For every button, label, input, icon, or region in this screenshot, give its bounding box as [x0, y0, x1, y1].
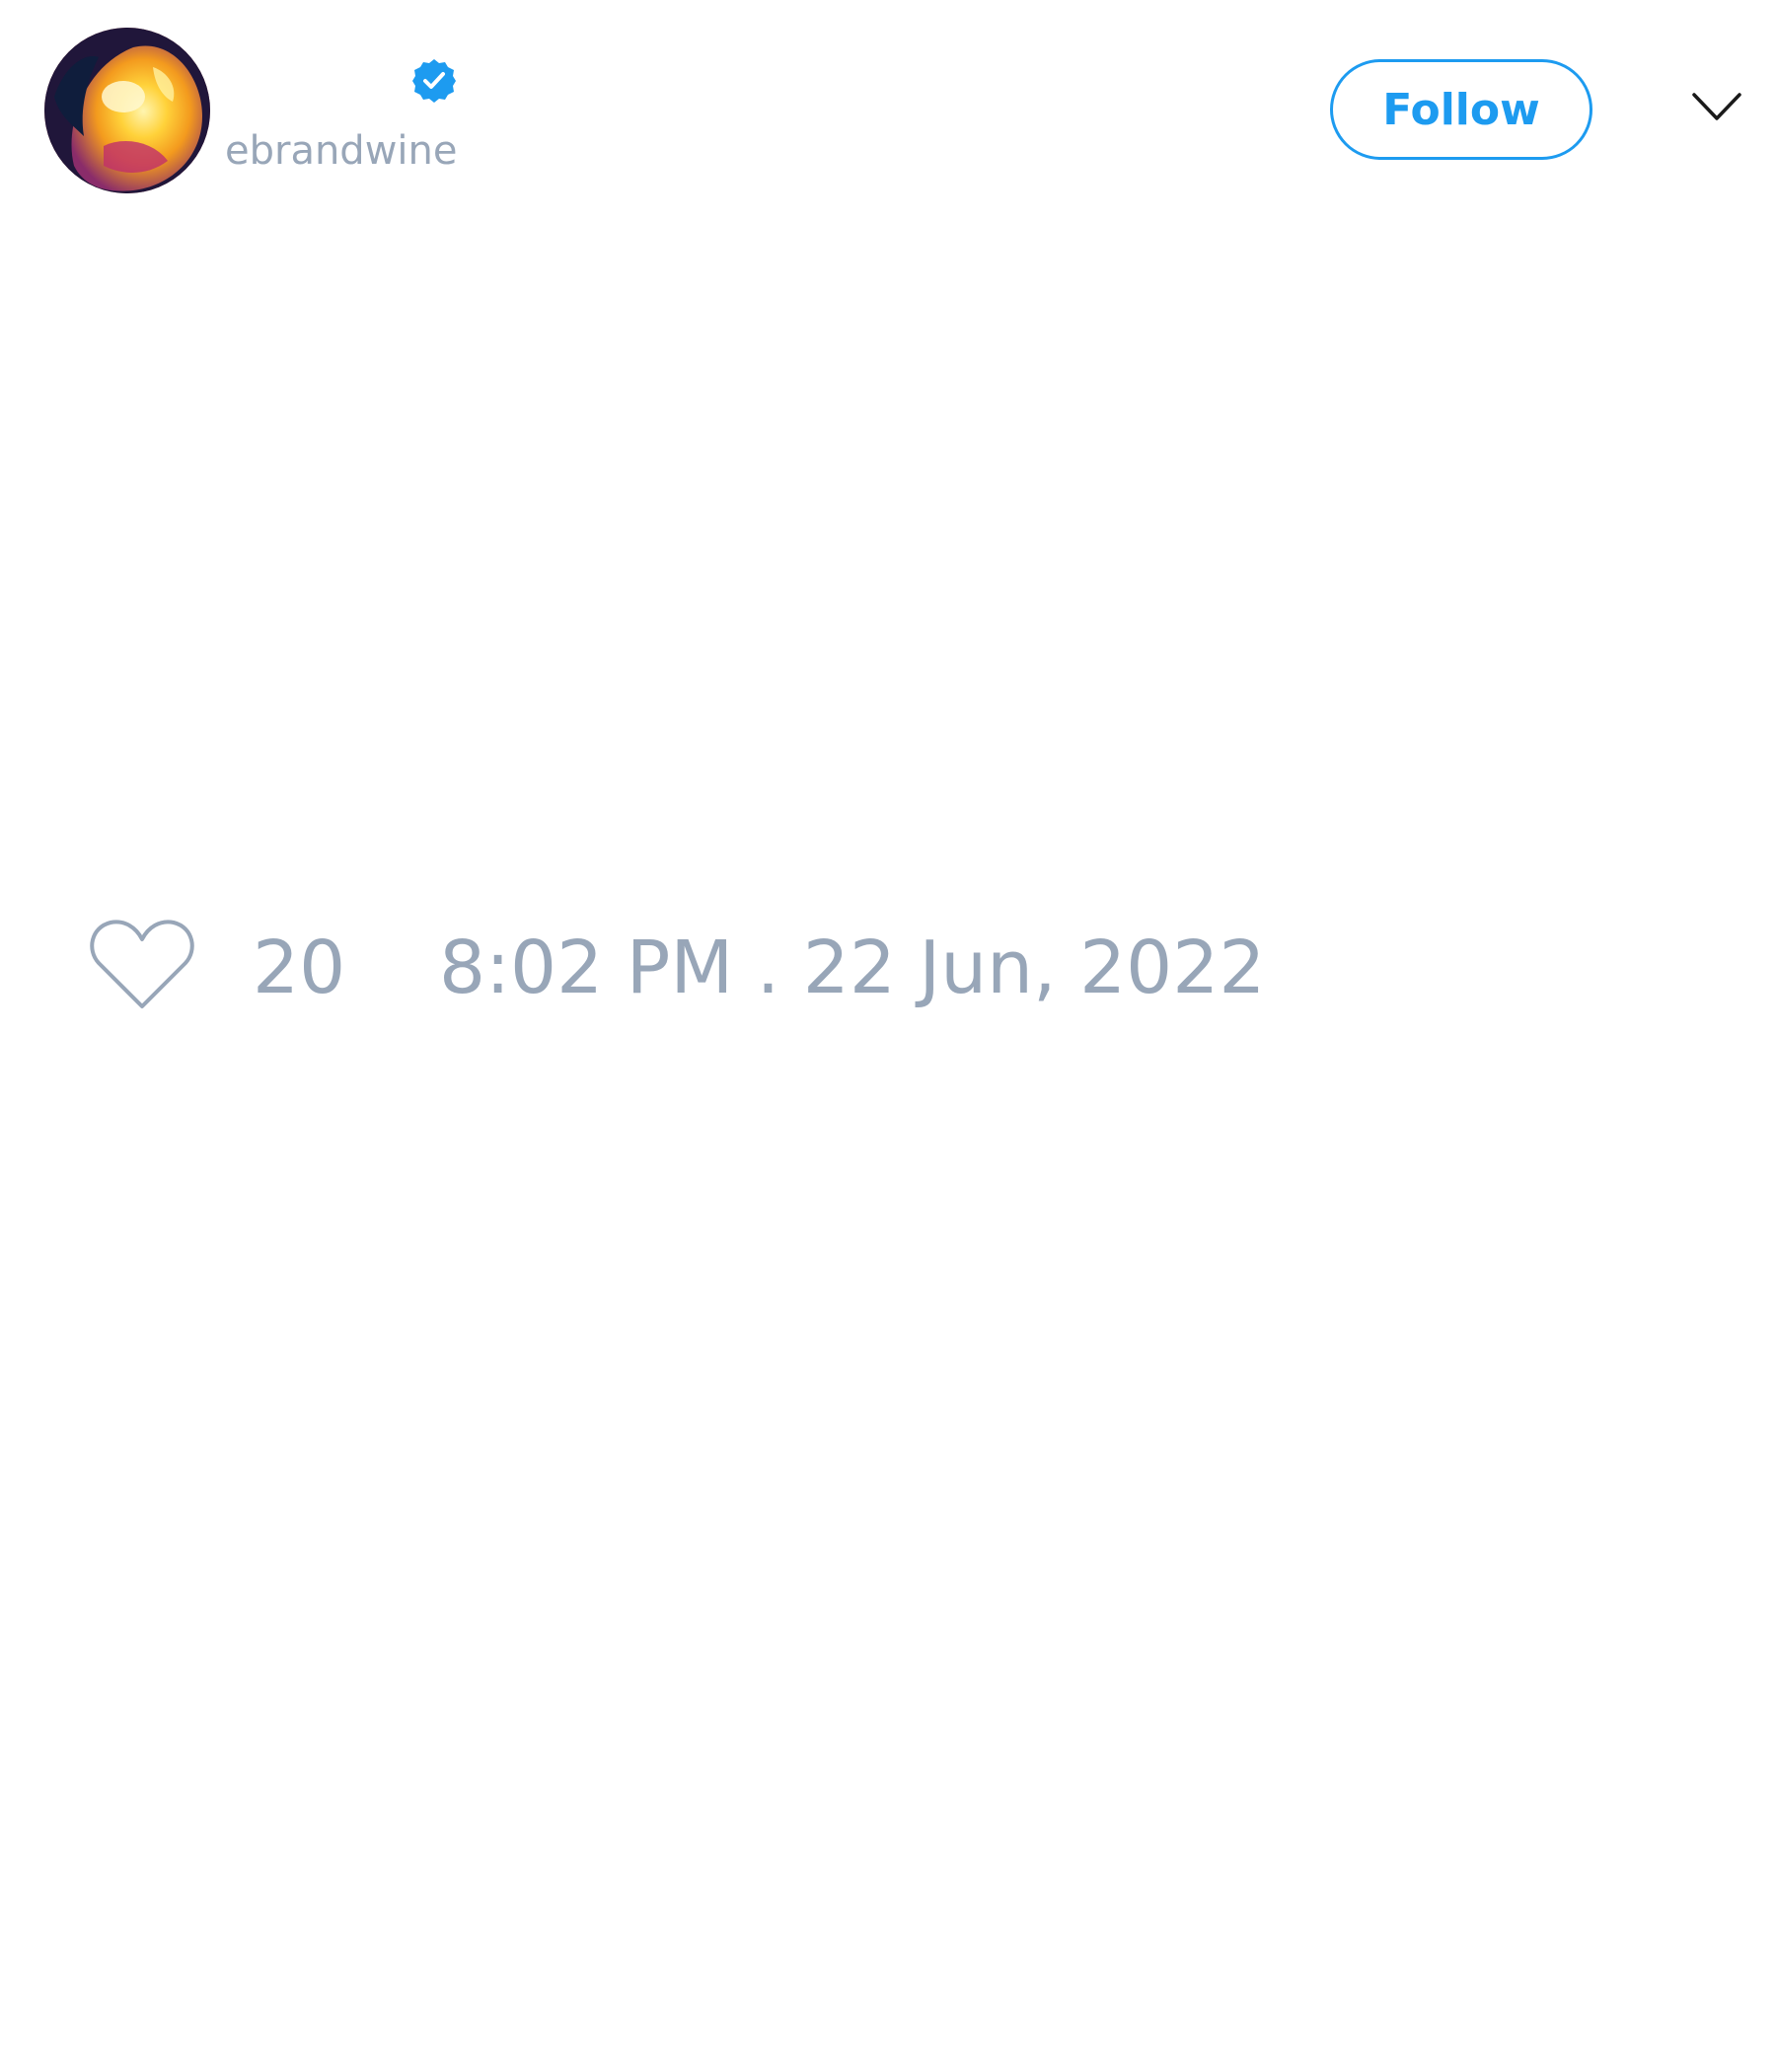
follow-button[interactable]: Follow [1330, 59, 1592, 160]
verified-badge-icon [412, 59, 456, 103]
tweet-timestamp[interactable]: 8:02 PM . 22 Jun, 2022 [439, 924, 1265, 1012]
tweet-card: ebrandwine Follow 20 8:02 PM . 22 Jun, 2… [0, 0, 1776, 2072]
chevron-down-icon[interactable] [1691, 89, 1742, 126]
avatar[interactable] [44, 28, 210, 193]
avatar-image [44, 28, 210, 193]
heart-icon[interactable] [89, 918, 195, 1012]
author-handle[interactable]: ebrandwine [225, 126, 458, 176]
like-count: 20 [253, 925, 346, 1010]
